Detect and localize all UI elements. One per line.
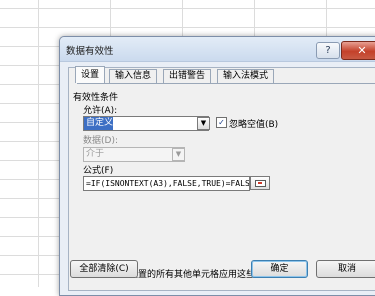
allow-selected-value: 自定义 xyxy=(84,117,114,130)
range-select-button[interactable] xyxy=(250,176,270,190)
tab-divider xyxy=(77,83,375,84)
allow-select[interactable]: 自定义 ▼ xyxy=(83,116,210,131)
data-selected-value: 介于 xyxy=(86,149,105,159)
close-button[interactable]: ✕ xyxy=(341,41,375,60)
dialog-title: 数据有效性 xyxy=(66,46,114,57)
data-label: 数据(D): xyxy=(83,136,118,146)
tab-settings[interactable]: 设置 xyxy=(75,66,106,83)
chevron-down-icon[interactable]: ▼ xyxy=(197,117,210,130)
allow-label: 允许(A): xyxy=(83,106,118,116)
ok-button[interactable]: 确定 xyxy=(251,260,308,278)
cancel-button[interactable]: 取消 xyxy=(316,260,375,278)
data-select: 介于 ▼ xyxy=(83,147,185,162)
ignore-blank-label: 忽略空值(B) xyxy=(229,120,279,130)
data-validation-dialog: 数据有效性 ? ✕ 设置 输入信息 出错警告 输入法模式 有效性条件 允许(A)… xyxy=(59,36,375,296)
tab-input-message[interactable]: 输入信息 xyxy=(109,69,158,83)
tab-ime-mode[interactable]: 输入法模式 xyxy=(217,69,275,83)
formula-input[interactable]: =IF(ISNONTEXT(A3),FALSE,TRUE)=FALSE xyxy=(83,176,250,191)
dialog-body: 设置 输入信息 出错警告 输入法模式 有效性条件 允许(A): 自定义 ▼ ✓ … xyxy=(68,66,375,291)
range-marker-icon xyxy=(258,182,262,184)
help-button[interactable]: ? xyxy=(316,42,340,59)
validity-criteria-label: 有效性条件 xyxy=(73,93,119,103)
clear-all-button[interactable]: 全部清除(C) xyxy=(70,260,138,278)
ignore-blank-checkbox[interactable]: ✓ xyxy=(216,117,227,128)
tab-error-alert[interactable]: 出错警告 xyxy=(163,69,212,83)
formula-label: 公式(F) xyxy=(83,166,114,176)
chevron-down-icon: ▼ xyxy=(172,148,185,161)
title-bar[interactable]: 数据有效性 ? ✕ xyxy=(60,37,375,62)
